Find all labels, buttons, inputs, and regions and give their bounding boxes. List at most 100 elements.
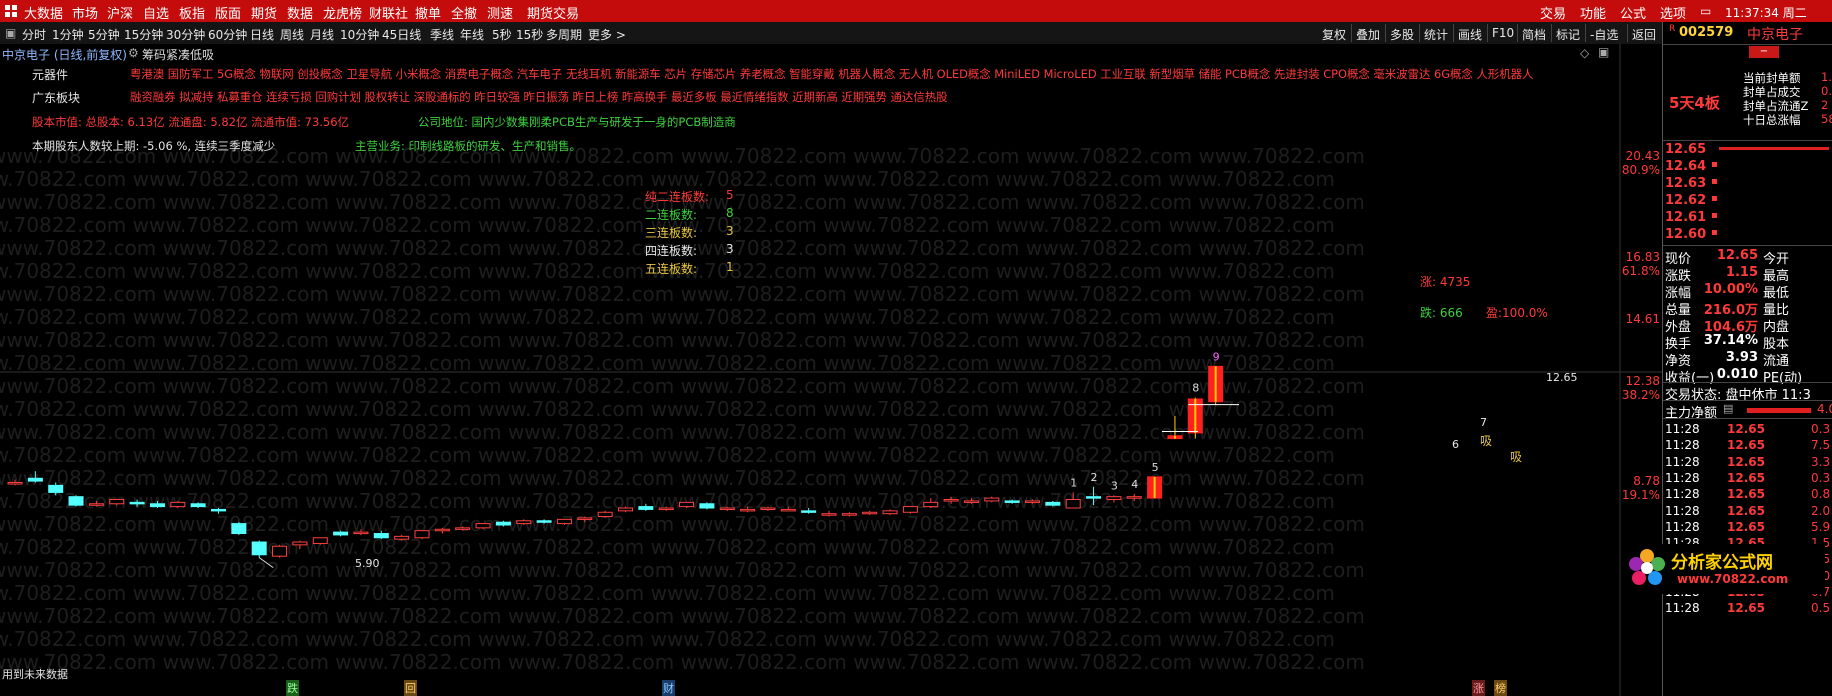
td-count: 3 [1111,479,1118,492]
panel-toggle-icon[interactable]: ▣ [5,26,16,40]
axis-price: 12.38 [1625,374,1660,388]
tool-draw[interactable]: 画线 [1458,26,1482,43]
tool-back[interactable]: 返回 [1632,26,1656,43]
candle-body [801,510,817,513]
seal-value: 0.0 [1821,84,1832,98]
period-daily[interactable]: 日线 [250,26,274,43]
tick-price: 12.65 [1727,503,1765,518]
period-60min[interactable]: 60分钟 [208,26,247,43]
axis-pct: 19.1% [1621,488,1660,502]
axis-price: 20.43 [1625,149,1660,163]
menu-big-data[interactable]: 大数据 [24,3,63,22]
candle-body [984,497,1000,502]
tool-mark[interactable]: 标记 [1556,26,1580,43]
tool-overlay[interactable]: 叠加 [1356,26,1380,43]
tool-unwatch[interactable]: -自选 [1590,26,1618,43]
menu-options[interactable]: 选项 [1660,3,1686,22]
stock-name: 中京电子 [1747,27,1803,43]
axis-pct: 80.9% [1621,163,1660,177]
tick-row: 11:28 12.65 2.0 [1663,504,1832,520]
menu-speed-test[interactable]: 测速 [487,3,513,22]
stat-value: 12.65 [1716,248,1758,263]
tick-volume: 0.3 [1811,470,1831,485]
period-intraday[interactable]: 分时 [22,26,46,43]
axis-price: 16.83 [1625,250,1660,264]
period-1min[interactable]: 1分钟 [52,26,84,43]
bid-price: 12.60 [1665,227,1707,242]
period-45day[interactable]: 45日线 [382,26,421,43]
menu-restore-icon[interactable]: ▭ [1700,4,1711,18]
period-10min[interactable]: 10分钟 [340,26,379,43]
tick-time: 11:28 [1665,519,1700,534]
candle-body [211,508,226,512]
menu-watchlist[interactable]: 自选 [143,3,169,22]
period-monthly[interactable]: 月线 [310,26,334,43]
menu-futures[interactable]: 期货 [251,3,277,22]
menu-layout[interactable]: 版面 [215,3,241,22]
seal-value: 58 [1821,112,1832,126]
menu-data[interactable]: 数据 [287,3,313,22]
period-quarter[interactable]: 季线 [430,26,454,43]
candle-body [48,484,64,493]
td-count: 1 [1070,476,1077,489]
menu-dragon-tiger[interactable]: 龙虎榜 [323,3,362,22]
candle-body [638,506,654,510]
kline-chart-area[interactable]: www.70822.com www.70822.com www.70822.co… [0,44,1662,696]
candle-body [455,527,471,530]
stat-value: 3.93 [1725,350,1758,365]
main-flow-icon[interactable]: ▤ [1723,402,1733,415]
menu-cancel-order[interactable]: 撤单 [415,3,441,22]
menu-function[interactable]: 功能 [1580,3,1606,22]
menu-trade[interactable]: 交易 [1540,3,1566,22]
menu-cls[interactable]: 财联社 [369,3,408,22]
period-multi[interactable]: 多周期 [546,26,582,43]
candle-body [1086,496,1102,499]
candle-body [149,503,165,508]
tool-brief[interactable]: 简档 [1522,26,1546,43]
axis-price: 14.61 [1625,312,1660,326]
mark-finance: 财 [662,680,675,696]
tick-row: 11:28 12.65 0.5 [1663,601,1832,617]
menu-board-index[interactable]: 板指 [179,3,205,22]
menu-futures-trade[interactable]: 期货交易 [527,3,579,22]
period-more[interactable]: 更多 > [588,26,626,43]
period-30min[interactable]: 30分钟 [166,26,205,43]
menu-market[interactable]: 市场 [72,3,98,22]
candle-body [679,501,695,508]
low-price-label: 5.90 [355,557,380,570]
top-menu-bar: 大数据 市场 沪深 自选 板指 版面 期货 数据 龙虎榜 财联社 撤单 全撤 测… [0,0,1832,22]
tick-price: 12.65 [1727,422,1765,436]
mark-back: 回 [404,680,417,696]
tool-adjust[interactable]: 复权 [1322,26,1346,43]
tick-time: 11:28 [1665,503,1700,518]
menu-cancel-all[interactable]: 全撤 [451,3,477,22]
candle-body [536,520,552,523]
period-year[interactable]: 年线 [460,26,484,43]
candle-body [740,508,756,512]
minus-button[interactable]: − [1749,46,1779,58]
period-weekly[interactable]: 周线 [280,26,304,43]
axis-pct: 38.2% [1621,388,1660,402]
tick-row: 11:28 12.65 7.5 [1663,438,1832,454]
bid-price: 12.64 [1665,159,1707,174]
tick-time: 11:28 [1665,601,1700,616]
candle-body [882,510,898,515]
menu-formula[interactable]: 公式 [1620,3,1646,22]
period-15sec[interactable]: 15秒 [516,26,543,43]
tool-f10[interactable]: F10 [1492,26,1514,40]
candle-body [129,501,145,505]
r-icon: R [1669,24,1676,34]
tool-multi-stock[interactable]: 多股 [1390,26,1414,43]
tool-stats[interactable]: 统计 [1424,26,1448,43]
bid-price: 12.61 [1665,210,1707,225]
period-15min[interactable]: 15分钟 [124,26,163,43]
stat-value: 37.14% [1703,333,1758,348]
period-5min[interactable]: 5分钟 [88,26,120,43]
candle-body [373,533,389,539]
app-menu-icon[interactable] [4,4,18,18]
candle-body [719,507,735,511]
menu-shsz[interactable]: 沪深 [107,3,133,22]
candle-body [618,507,633,512]
period-5sec[interactable]: 5秒 [492,26,512,43]
candle-body [353,531,369,535]
